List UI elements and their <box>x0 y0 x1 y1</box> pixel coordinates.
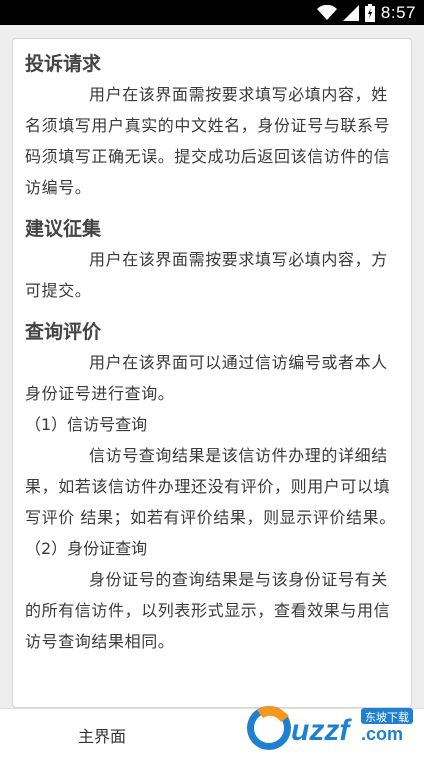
section-text-query-intro: 用户在该界面可以通过信访编号或者本人身份证号进行查询。 <box>25 347 399 409</box>
battery-icon <box>365 4 375 22</box>
section-title-complaint: 投诉请求 <box>25 49 399 79</box>
main-screen-button[interactable]: 主界面 <box>78 723 126 747</box>
section-title-query: 查询评价 <box>25 317 399 347</box>
svg-text:.com: .com <box>361 724 403 744</box>
watermark-logo: uzzf .com 东坡下载 <box>243 700 418 755</box>
section-text-suggestion: 用户在该界面需按要求填写必填内容，方可提交。 <box>25 244 399 306</box>
subsection-heading-petition-number: （1）信访号查询 <box>25 409 399 440</box>
clock: 8:57 <box>381 3 416 23</box>
subsection-text-id-card: 身份证号的查询结果是与该身份证号有关的所有信访件，以列表形式显示，查看效果与用信… <box>25 564 399 657</box>
signal-icon <box>343 5 359 21</box>
status-bar: 8:57 <box>0 0 424 25</box>
svg-text:uzzf: uzzf <box>291 714 352 747</box>
subsection-heading-id-card: （2）身份证查询 <box>25 533 399 564</box>
section-text-complaint: 用户在该界面需按要求填写必填内容，姓名须填写用户真实的中文姓名，身份证号与联系号… <box>25 79 399 203</box>
help-content-card[interactable]: 投诉请求 用户在该界面需按要求填写必填内容，姓名须填写用户真实的中文姓名，身份证… <box>12 38 412 708</box>
svg-text:东坡下载: 东坡下载 <box>365 711 409 724</box>
subsection-text-petition-number: 信访号查询结果是该信访件办理的详细结果，如若该信访件办理还没有评价，则用户可以填… <box>25 440 399 533</box>
wifi-icon <box>317 5 337 21</box>
section-title-suggestion: 建议征集 <box>25 214 399 244</box>
